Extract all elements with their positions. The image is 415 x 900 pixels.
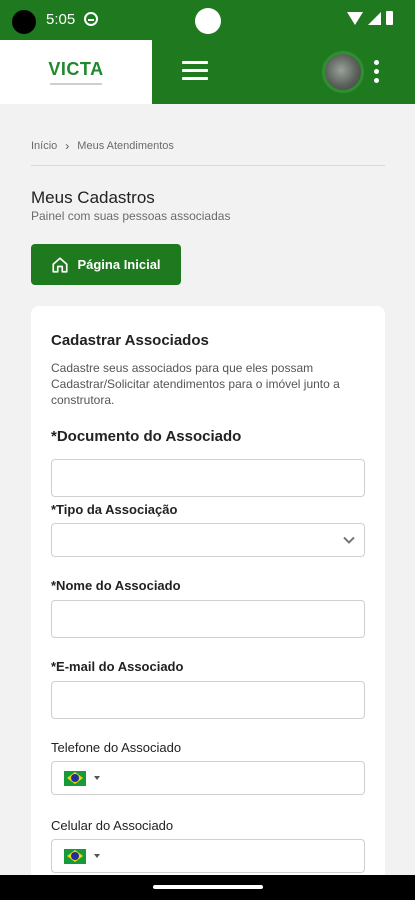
- wifi-icon: [347, 11, 363, 25]
- chevron-down-icon: [343, 536, 355, 544]
- card-title: Cadastrar Associados: [51, 332, 209, 349]
- telefone-label: Telefone do Associado: [51, 740, 182, 755]
- home-button-label: Página Inicial: [77, 257, 161, 272]
- status-notification-icon: [84, 12, 98, 26]
- celular-input[interactable]: [51, 839, 365, 873]
- page-title: Meus Cadastros: [31, 188, 155, 207]
- status-icons: [347, 11, 393, 25]
- breadcrumb-home[interactable]: Início: [31, 140, 57, 152]
- app-header: VICTA: [0, 40, 415, 104]
- email-input[interactable]: [51, 681, 365, 719]
- breadcrumb-current[interactable]: Meus Atendimentos: [77, 140, 174, 152]
- brazil-flag-icon[interactable]: [64, 771, 86, 786]
- chevron-right-icon: ›: [65, 139, 70, 153]
- camera-cutout: [12, 10, 36, 34]
- kebab-icon[interactable]: [374, 60, 382, 86]
- associate-form-card: Cadastrar Associados Cadastre seus assoc…: [31, 306, 385, 886]
- email-label: *E-mail do Associado: [51, 659, 184, 674]
- logo[interactable]: VICTA: [0, 40, 152, 104]
- logo-text: VICTA: [48, 59, 104, 79]
- nome-input[interactable]: [51, 600, 365, 638]
- brazil-flag-icon[interactable]: [64, 849, 86, 864]
- signal-icon: [368, 11, 381, 25]
- breadcrumb: Início › Meus Atendimentos: [31, 139, 174, 153]
- system-nav-bar: [0, 875, 415, 900]
- card-description: Cadastre seus associados para que eles p…: [51, 361, 340, 407]
- house-icon: [52, 256, 69, 273]
- country-caret-icon[interactable]: [94, 776, 100, 780]
- page-subtitle: Painel com suas pessoas associadas: [31, 209, 231, 223]
- documento-label: *Documento do Associado: [51, 428, 242, 445]
- tipo-label: *Tipo da Associação: [51, 502, 178, 517]
- home-button[interactable]: Página Inicial: [31, 244, 181, 285]
- status-time: 5:05: [46, 11, 76, 28]
- front-camera: [195, 8, 221, 34]
- tipo-select[interactable]: [51, 523, 365, 557]
- header-bar: [152, 40, 415, 104]
- logo-tagline: [50, 83, 102, 85]
- divider: [31, 165, 385, 166]
- battery-icon: [386, 11, 393, 25]
- home-gesture-handle[interactable]: [153, 885, 263, 889]
- country-caret-icon[interactable]: [94, 854, 100, 858]
- avatar[interactable]: [322, 51, 364, 93]
- nome-label: *Nome do Associado: [51, 578, 181, 593]
- hamburger-icon[interactable]: [182, 61, 208, 81]
- celular-label: Celular do Associado: [51, 818, 174, 833]
- status-bar: 5:05: [0, 0, 415, 40]
- telefone-input[interactable]: [51, 761, 365, 795]
- documento-input[interactable]: [51, 459, 365, 497]
